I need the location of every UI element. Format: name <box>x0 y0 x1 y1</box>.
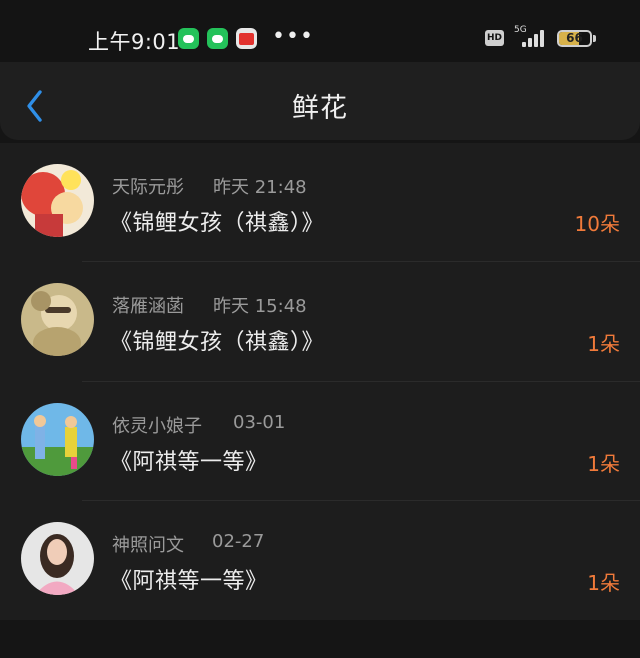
wechat-icon <box>178 28 199 49</box>
send-time: 02-27 <box>212 530 265 552</box>
nav-bar: 鲜花 <box>0 62 640 140</box>
book-title[interactable]: 《锦鲤女孩（祺鑫）》 <box>110 205 324 237</box>
avatar[interactable] <box>21 521 94 595</box>
novel-app-icon <box>236 28 257 49</box>
battery-level: 66 <box>566 31 583 45</box>
send-time: 03-01 <box>233 411 286 433</box>
book-title[interactable]: 《锦鲤女孩（祺鑫）》 <box>110 324 324 356</box>
battery-icon: 66 <box>557 30 592 47</box>
sender-name: 天际元彤 <box>112 177 184 198</box>
flower-list: 天际元彤 昨天 21:48 《锦鲤女孩（祺鑫）》 10朵 落雁涵菡 昨天 15:… <box>0 143 640 620</box>
flower-count: 1朵 <box>587 451 620 476</box>
book-title[interactable]: 《阿祺等一等》 <box>110 563 268 595</box>
book-title[interactable]: 《阿祺等一等》 <box>110 444 268 476</box>
list-item[interactable]: 依灵小娘子 03-01 《阿祺等一等》 1朵 <box>0 382 640 501</box>
page-title: 鲜花 <box>292 93 348 124</box>
avatar[interactable] <box>21 283 94 357</box>
send-time: 昨天 21:48 <box>213 177 307 198</box>
flower-count: 1朵 <box>587 570 620 595</box>
hd-badge: HD <box>485 30 504 46</box>
footer-area <box>0 620 640 658</box>
wechat-icon <box>207 28 228 49</box>
flower-count: 10朵 <box>574 212 620 236</box>
status-bar: 上午9:01 ••• HD 5G 66 <box>0 0 640 62</box>
list-item[interactable]: 天际元彤 昨天 21:48 《锦鲤女孩（祺鑫）》 10朵 <box>0 143 640 263</box>
avatar[interactable] <box>21 164 94 237</box>
sender-name: 神照问文 <box>112 534 184 556</box>
list-item[interactable]: 神照问文 02-27 《阿祺等一等》 1朵 <box>0 501 640 620</box>
flower-count: 1朵 <box>587 332 620 357</box>
status-time: 上午9:01 <box>88 30 181 54</box>
more-dots-icon: ••• <box>272 24 314 49</box>
battery-tip <box>593 35 596 42</box>
sender-name: 落雁涵菡 <box>112 296 184 318</box>
signal-icon <box>520 29 546 47</box>
avatar[interactable] <box>21 402 94 476</box>
send-time: 昨天 15:48 <box>213 296 307 318</box>
sender-name: 依灵小娘子 <box>112 415 202 437</box>
list-item[interactable]: 落雁涵菡 昨天 15:48 《锦鲤女孩（祺鑫）》 1朵 <box>0 262 640 382</box>
